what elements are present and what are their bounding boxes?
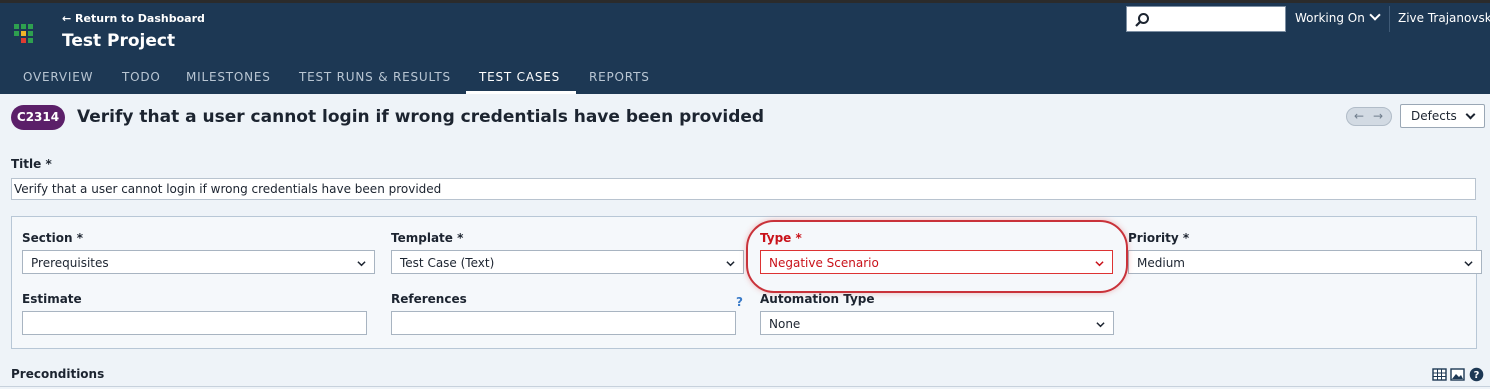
priority-value: Medium [1137, 256, 1185, 270]
priority-label: Priority * [1128, 231, 1190, 245]
automation-type-select[interactable]: None [760, 311, 1114, 335]
app-logo-icon[interactable] [14, 24, 40, 50]
section-label: Section * [22, 231, 83, 245]
chevron-down-icon [1369, 9, 1381, 21]
case-navigation: ← → [1346, 107, 1392, 126]
project-title: Test Project [62, 31, 176, 51]
search-box[interactable] [1126, 6, 1286, 32]
template-value: Test Case (Text) [400, 256, 495, 270]
title-input[interactable]: Verify that a user cannot login if wrong… [11, 178, 1476, 200]
section-select[interactable]: Prerequisites [22, 250, 375, 274]
dropdown-arrow-icon [726, 261, 735, 267]
page-title: Verify that a user cannot login if wrong… [77, 107, 765, 127]
preconditions-editor-edge [0, 386, 1490, 387]
type-field-highlight [746, 220, 1128, 293]
estimate-label: Estimate [22, 292, 82, 306]
help-icon[interactable]: ? [1469, 367, 1484, 382]
references-help-icon[interactable]: ? [736, 295, 743, 309]
estimate-input[interactable] [22, 311, 367, 335]
dropdown-arrow-icon [357, 261, 366, 267]
previous-case-icon[interactable]: ← [1354, 108, 1364, 125]
section-value: Prerequisites [31, 256, 109, 270]
tab-test-runs-results[interactable]: TEST RUNS & RESULTS [299, 70, 451, 84]
tab-milestones[interactable]: MILESTONES [186, 70, 271, 84]
tab-todo[interactable]: TODO [122, 70, 161, 84]
return-to-dashboard-link[interactable]: ← Return to Dashboard [62, 12, 205, 25]
top-header: ← Return to Dashboard Test Project Worki… [0, 0, 1490, 94]
working-on-dropdown[interactable]: Working On [1295, 9, 1381, 25]
header-top-border [0, 0, 1490, 3]
user-menu[interactable]: Zive Trajanovsk [1398, 11, 1490, 25]
svg-text:?: ? [1474, 370, 1480, 381]
preconditions-label: Preconditions [11, 367, 105, 381]
template-label: Template * [391, 231, 464, 245]
table-icon[interactable] [1432, 367, 1447, 382]
next-case-icon[interactable]: → [1373, 108, 1383, 125]
search-input[interactable] [1153, 9, 1281, 29]
title-label: Title * [11, 157, 52, 171]
priority-select[interactable]: Medium [1128, 250, 1482, 274]
automation-type-label: Automation Type [760, 292, 875, 306]
working-on-label: Working On [1295, 11, 1365, 25]
tab-test-cases[interactable]: TEST CASES [479, 70, 560, 84]
automation-type-value: None [769, 317, 801, 331]
chevron-down-icon [1465, 109, 1476, 120]
template-select[interactable]: Test Case (Text) [391, 250, 744, 274]
defects-label: Defects [1411, 109, 1457, 123]
active-tab-indicator [466, 91, 576, 94]
defects-dropdown-button[interactable]: Defects [1400, 104, 1485, 128]
image-icon[interactable] [1450, 367, 1465, 382]
header-divider [1389, 6, 1390, 32]
case-id-badge: C2314 [11, 105, 65, 130]
dropdown-arrow-icon [1464, 261, 1473, 267]
tab-reports[interactable]: REPORTS [589, 70, 650, 84]
references-input[interactable] [391, 311, 736, 335]
references-label: References [391, 292, 467, 306]
dropdown-arrow-icon [1096, 322, 1105, 328]
tab-overview[interactable]: OVERVIEW [23, 70, 93, 84]
search-icon [1135, 13, 1149, 27]
